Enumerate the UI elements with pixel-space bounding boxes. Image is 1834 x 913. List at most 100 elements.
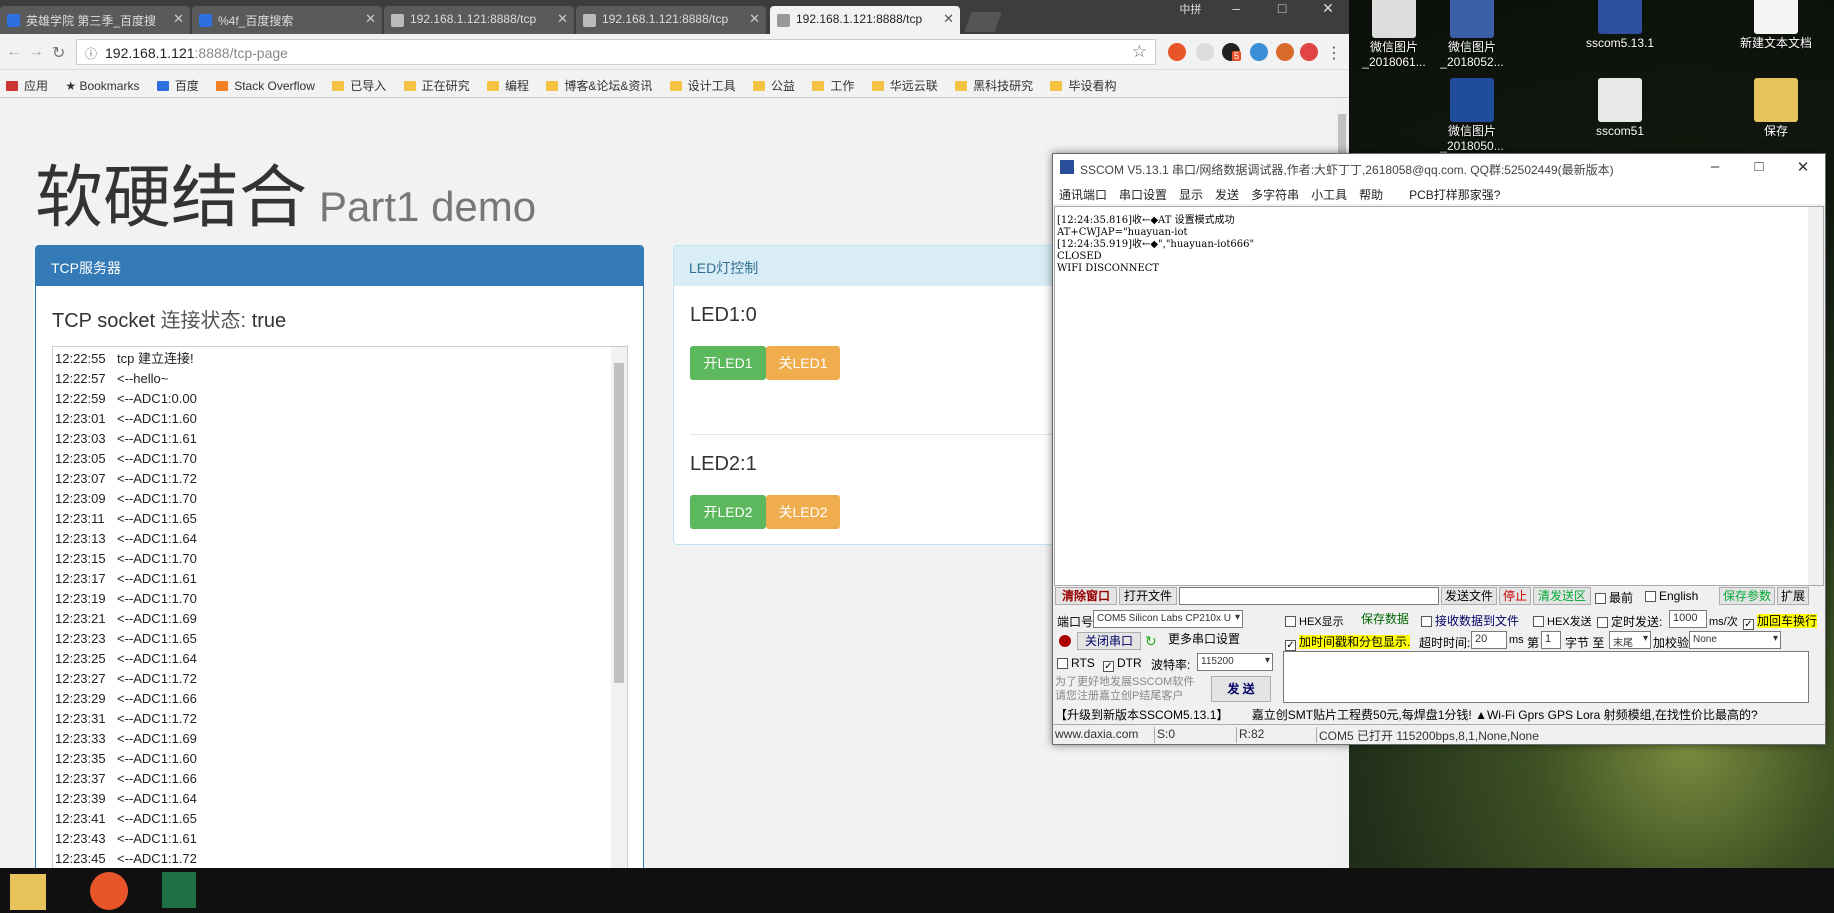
bookmark-baidu[interactable]: 百度 [151, 70, 207, 94]
extension-red-icon[interactable] [1168, 43, 1186, 61]
desktop-icon-folder[interactable]: 保存 [1731, 78, 1821, 139]
bookmark-folder-design[interactable]: 设计工具 [664, 70, 744, 94]
save-params-button[interactable]: 保存参数 [1719, 587, 1775, 605]
led1-on-button[interactable]: 开LED1 [690, 346, 766, 380]
send-input[interactable] [1283, 651, 1809, 703]
refresh-icon[interactable]: ↻ [1145, 633, 1157, 650]
close-window-icon[interactable]: ✕ [1307, 0, 1349, 17]
menu-tools[interactable]: 小工具 [1305, 182, 1353, 203]
more-serial-settings-button[interactable]: 更多串口设置 [1165, 630, 1243, 648]
tab-tcp-page-1[interactable]: 192.168.1.121:8888/tcp ✕ [384, 6, 574, 34]
hex-display-checkbox[interactable]: HEX显示 [1285, 613, 1344, 629]
led1-off-button[interactable]: 关LED1 [766, 346, 840, 380]
menu-dots-icon[interactable]: ⋮ [1326, 43, 1342, 63]
menu-pcb-ad[interactable]: PCB打样那家强? [1403, 182, 1506, 203]
send-button[interactable]: 发 送 [1211, 676, 1271, 702]
checksum-select[interactable]: None [1689, 631, 1781, 649]
close-icon[interactable]: ✕ [1781, 158, 1825, 176]
receive-scrollbar[interactable] [1808, 207, 1823, 585]
file-path-input[interactable] [1179, 587, 1439, 605]
timestamp-checkbox[interactable]: ✓ 加时间戳和分包显示. [1285, 633, 1411, 651]
ad-text[interactable]: 嘉立创SMT贴片工程费50元,每焊盘1分钱! ▲Wi-Fi Gprs GPS L… [1252, 708, 1758, 722]
bookmark-folder-imported[interactable]: 已导入 [326, 70, 394, 94]
new-tab-button[interactable] [964, 12, 1002, 32]
desktop-icon-image3[interactable]: 微信图片_2018050... [1427, 78, 1517, 154]
bookmark-folder-charity[interactable]: 公益 [747, 70, 803, 94]
extension-e-icon[interactable]: 5 [1222, 43, 1242, 61]
bookmark-stackoverflow[interactable]: Stack Overflow [210, 72, 323, 93]
close-icon[interactable]: ✕ [173, 11, 184, 27]
address-bar[interactable]: ⓘ 192.168.1.121:8888/tcp-page ☆ [76, 39, 1156, 65]
menu-display[interactable]: 显示 [1173, 182, 1209, 203]
bookmark-folder-huayuan[interactable]: 华远云联 [866, 70, 946, 94]
back-arrow-icon[interactable]: ← [6, 43, 22, 61]
close-port-button[interactable]: 关闭串口 [1077, 632, 1141, 650]
desktop-icon-sscom[interactable]: sscom5.13.1 [1575, 0, 1665, 51]
interval-input[interactable]: 1000 [1669, 610, 1707, 628]
file-explorer-icon[interactable] [10, 874, 46, 910]
menu-send[interactable]: 发送 [1209, 182, 1245, 203]
tab-tcp-page-active[interactable]: 192.168.1.121:8888/tcp ✕ [770, 6, 960, 34]
forward-arrow-icon[interactable]: → [28, 43, 44, 61]
excel-icon[interactable] [162, 872, 196, 908]
bookmark-bookmarks[interactable]: ★ Bookmarks [59, 72, 147, 93]
bookmark-folder-work[interactable]: 工作 [806, 70, 862, 94]
minimize-icon[interactable]: – [1693, 158, 1737, 175]
close-icon[interactable]: ✕ [749, 11, 760, 27]
clear-send-button[interactable]: 清发送区 [1533, 587, 1591, 605]
stop-button[interactable]: 停止 [1499, 587, 1531, 605]
topmost-checkbox[interactable]: 最前 [1595, 589, 1633, 606]
pencil-app-icon[interactable] [90, 872, 128, 910]
maximize-icon[interactable]: □ [1261, 0, 1303, 16]
timed-send-checkbox[interactable]: 定时发送: [1597, 613, 1662, 630]
scrollbar-thumb[interactable] [614, 363, 624, 683]
extension-blue-icon[interactable] [1250, 43, 1268, 61]
expand-button[interactable]: 扩展 [1777, 587, 1809, 605]
save-data-button[interactable]: 保存数据 [1355, 610, 1415, 628]
tail-select[interactable]: 末尾 [1609, 631, 1651, 649]
baud-select[interactable]: 115200 [1197, 653, 1273, 671]
reload-icon[interactable]: ↻ [52, 43, 65, 63]
upgrade-link[interactable]: 【升级到新版本SSCOM5.13.1】 [1055, 708, 1228, 722]
bookmark-folder-thesis[interactable]: 毕设看构 [1044, 70, 1124, 94]
bookmark-apps[interactable]: 应用 [0, 70, 56, 94]
scrollbar-thumb[interactable] [1338, 114, 1346, 154]
extension-gray-icon[interactable] [1196, 43, 1214, 61]
tab-baidu-search-1[interactable]: 英雄学院 第三季_百度搜 ✕ [0, 6, 190, 34]
extension-cast-icon[interactable] [1300, 43, 1318, 61]
rts-checkbox[interactable]: RTS [1057, 656, 1095, 670]
extension-orange-icon[interactable] [1276, 43, 1294, 61]
desktop-icon-textfile[interactable]: 新建文本文档 [1731, 0, 1821, 51]
tab-baidu-search-2[interactable]: %4f_百度搜索 ✕ [192, 6, 382, 34]
tab-tcp-page-2[interactable]: 192.168.1.121:8888/tcp ✕ [576, 6, 766, 34]
bookmark-folder-research[interactable]: 正在研究 [398, 70, 478, 94]
send-file-button[interactable]: 发送文件 [1441, 587, 1497, 605]
port-select[interactable]: COM5 Silicon Labs CP210x U [1093, 610, 1243, 628]
open-file-button[interactable]: 打开文件 [1119, 587, 1177, 605]
menu-help[interactable]: 帮助 [1353, 182, 1389, 203]
menu-multi-string[interactable]: 多字符串 [1245, 182, 1305, 203]
receive-area[interactable]: [12:24:35.816]收←◆AT 设置模式成功 AT+CWJAP="huay… [1054, 206, 1824, 586]
menu-serial-settings[interactable]: 串口设置 [1113, 182, 1173, 203]
status-site[interactable]: www.daxia.com [1053, 727, 1155, 743]
tcp-log-box[interactable]: 12:22:55 tcp 建立连接! 12:22:57 <--hello~ 12:22:… [52, 346, 628, 868]
dtr-checkbox[interactable]: ✓ DTR [1103, 656, 1142, 672]
bookmark-star-icon[interactable]: ☆ [1132, 42, 1147, 62]
desktop-icon-image2[interactable]: 微信图片_2018052... [1427, 0, 1517, 70]
clear-window-button[interactable]: 清除窗口 [1055, 587, 1117, 605]
minimize-icon[interactable]: – [1215, 0, 1257, 16]
bookmark-folder-tech[interactable]: 黑科技研究 [949, 70, 1041, 94]
log-scrollbar[interactable] [611, 347, 627, 868]
close-icon[interactable]: ✕ [943, 11, 954, 27]
menu-comm-port[interactable]: 通讯端口 [1053, 182, 1113, 203]
desktop-icon-image1[interactable]: 微信图片_2018061... [1349, 0, 1439, 70]
timeout-input[interactable]: 20 [1471, 631, 1507, 649]
hex-send-checkbox[interactable]: HEX发送 [1533, 613, 1592, 629]
english-checkbox[interactable]: English [1645, 589, 1698, 603]
add-crlf-checkbox[interactable]: ✓ 加回车换行 [1743, 612, 1818, 630]
bookmark-folder-blogs[interactable]: 博客&论坛&资讯 [540, 70, 660, 94]
close-icon[interactable]: ✕ [557, 11, 568, 27]
nth-byte-input[interactable]: 1 [1541, 631, 1561, 649]
recv-to-file-checkbox[interactable]: 接收数据到文件 [1421, 612, 1519, 629]
close-icon[interactable]: ✕ [365, 11, 376, 27]
